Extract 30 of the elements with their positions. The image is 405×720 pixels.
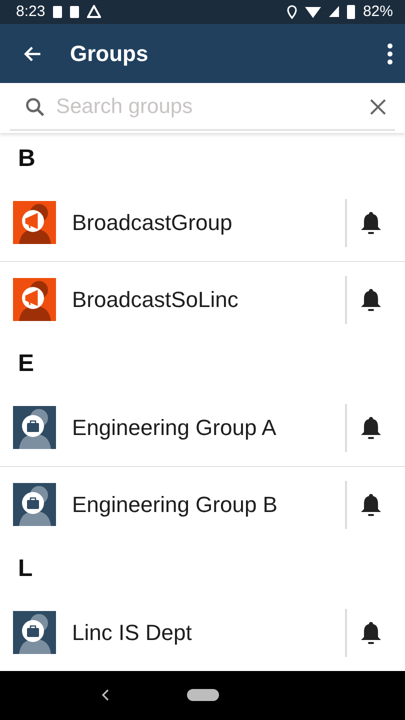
wifi-icon: [304, 6, 321, 18]
screen-title: Groups: [70, 40, 150, 67]
signal-icon: [328, 6, 339, 18]
status-time: 8:23: [16, 3, 46, 20]
battery-level: 82%: [362, 3, 393, 20]
group-row[interactable]: Engineering Group B: [0, 466, 405, 543]
group-name: Engineering Group A: [72, 414, 278, 441]
group-row[interactable]: BroadcastGroup: [0, 184, 405, 262]
section-letter: E: [17, 348, 36, 379]
group-avatar-icon: [13, 201, 56, 244]
group-avatar-icon: [13, 278, 56, 322]
group-avatar-icon: [13, 611, 56, 654]
section-letter: B: [17, 144, 36, 174]
group-row[interactable]: BroadcastSoLinc: [0, 262, 405, 338]
group-name: Engineering Group B: [72, 492, 278, 518]
group-name: BroadcastSoLinc: [72, 286, 240, 313]
back-nav-icon[interactable]: [100, 689, 108, 702]
group-row[interactable]: Linc IS Dept: [0, 594, 405, 671]
group-name: BroadcastGroup: [72, 210, 234, 236]
home-button[interactable]: [186, 689, 218, 702]
triangle-icon: [87, 5, 102, 18]
group-avatar-icon: [13, 406, 56, 450]
location-icon: [286, 4, 297, 19]
group-name: Linc IS Dept: [72, 620, 193, 646]
section-letter: L: [17, 554, 34, 584]
battery-icon: [346, 4, 355, 19]
group-row[interactable]: Engineering Group A: [0, 390, 405, 467]
close-icon[interactable]: [369, 98, 387, 116]
search-icon: [24, 96, 46, 118]
group-avatar-icon: [13, 483, 56, 526]
